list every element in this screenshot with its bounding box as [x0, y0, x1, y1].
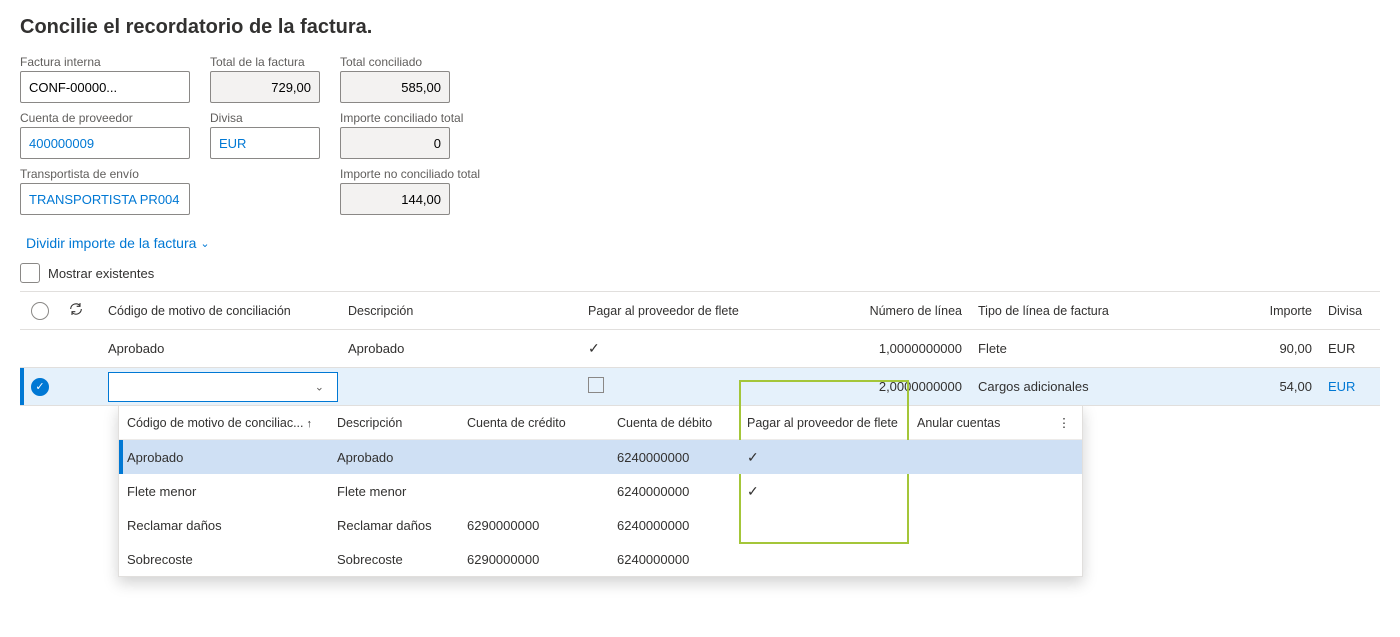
label-cuenta-proveedor: Cuenta de proveedor — [20, 111, 190, 125]
cell-tipo-linea: Flete — [970, 341, 1210, 356]
input-divisa[interactable] — [210, 127, 320, 159]
dd-cell: 6240000000 — [609, 512, 739, 539]
grid-row[interactable]: Aprobado Aprobado ✓ 1,0000000000 Flete 9… — [20, 330, 1380, 368]
dd-col-pagar-flete[interactable]: Pagar al proveedor de flete — [739, 410, 909, 436]
dd-cell: Reclamar daños — [329, 512, 459, 539]
dd-col-codigo[interactable]: Código de motivo de conciliac... — [119, 410, 329, 436]
lines-grid: Código de motivo de conciliación Descrip… — [20, 291, 1380, 406]
dd-cell: 6240000000 — [609, 478, 739, 505]
col-tipo-linea[interactable]: Tipo de línea de factura — [970, 304, 1210, 318]
checkmark-icon: ✓ — [588, 340, 600, 356]
dd-cell: 6290000000 — [459, 512, 609, 539]
grid-row[interactable]: ⌄ 2,0000000000 Cargos adicionales 54,00 … — [20, 368, 1380, 406]
input-importe-no-conc-total — [340, 183, 450, 215]
input-transportista[interactable] — [20, 183, 190, 215]
dd-cell — [909, 451, 1049, 463]
cell-numero-linea: 1,0000000000 — [800, 341, 970, 356]
kebab-icon[interactable]: ⋮ — [1049, 409, 1079, 436]
dd-cell: 6240000000 — [609, 444, 739, 471]
dd-col-debito[interactable]: Cuenta de débito — [609, 410, 739, 436]
input-cuenta-proveedor[interactable] — [20, 127, 190, 159]
dd-cell — [909, 553, 1049, 565]
select-all-circle[interactable] — [31, 302, 49, 320]
cell-codigo: Aprobado — [100, 341, 340, 356]
input-factura-interna[interactable] — [20, 71, 190, 103]
label-total-conciliado: Total conciliado — [340, 55, 450, 69]
codigo-lookup-input[interactable] — [108, 372, 338, 402]
dd-cell: Sobrecoste — [119, 546, 329, 573]
cell-divisa: EUR — [1320, 341, 1380, 356]
grid-header-row: Código de motivo de conciliación Descrip… — [20, 292, 1380, 330]
cell-tipo-linea: Cargos adicionales — [970, 379, 1210, 394]
dd-cell: Sobrecoste — [329, 546, 459, 573]
dropdown-row[interactable]: Reclamar daños Reclamar daños 6290000000… — [119, 508, 1082, 542]
codigo-lookup-dropdown: Código de motivo de conciliac... Descrip… — [118, 405, 1083, 577]
dropdown-row[interactable]: Aprobado Aprobado 6240000000 ✓ — [119, 440, 1082, 474]
col-pagar-flete[interactable]: Pagar al proveedor de flete — [580, 304, 800, 318]
label-importe-no-conc-total: Importe no conciliado total — [340, 167, 480, 181]
label-importe-conc-total: Importe conciliado total — [340, 111, 463, 125]
cell-importe: 90,00 — [1210, 341, 1320, 356]
col-importe[interactable]: Importe — [1210, 304, 1320, 318]
dropdown-row[interactable]: Flete menor Flete menor 6240000000 ✓ — [119, 474, 1082, 508]
col-codigo[interactable]: Código de motivo de conciliación — [100, 304, 340, 318]
input-total-factura — [210, 71, 320, 103]
label-factura-interna: Factura interna — [20, 55, 190, 69]
label-divisa: Divisa — [210, 111, 320, 125]
dropdown-row[interactable]: Sobrecoste Sobrecoste 6290000000 6240000… — [119, 542, 1082, 576]
cell-descripcion: Aprobado — [340, 341, 580, 356]
cell-divisa[interactable]: EUR — [1320, 379, 1380, 394]
dropdown-header: Código de motivo de conciliac... Descrip… — [119, 406, 1082, 440]
dividir-importe-label: Dividir importe de la factura — [26, 235, 196, 251]
dd-cell — [459, 451, 609, 463]
dd-cell — [459, 485, 609, 497]
col-divisa[interactable]: Divisa — [1320, 304, 1380, 318]
dd-cell: Aprobado — [329, 444, 459, 471]
dd-cell: 6290000000 — [459, 546, 609, 573]
mostrar-existentes-checkbox[interactable] — [20, 263, 40, 283]
col-numero-linea[interactable]: Número de línea — [800, 304, 970, 318]
input-importe-conc-total — [340, 127, 450, 159]
cell-importe: 54,00 — [1210, 379, 1320, 394]
dd-col-anular[interactable]: Anular cuentas — [909, 410, 1049, 436]
dd-cell: Flete menor — [119, 478, 329, 505]
header-form: Factura interna Total de la factura Tota… — [20, 55, 1380, 215]
refresh-icon[interactable] — [68, 301, 84, 317]
cell-numero-linea: 2,0000000000 — [800, 379, 970, 394]
dd-cell: Reclamar daños — [119, 512, 329, 539]
row-select-circle[interactable] — [31, 378, 49, 396]
dd-cell: Aprobado — [119, 444, 329, 471]
dd-cell: Flete menor — [329, 478, 459, 505]
dd-col-descripcion[interactable]: Descripción — [329, 410, 459, 436]
checkmark-icon: ✓ — [747, 483, 759, 499]
mostrar-existentes-label: Mostrar existentes — [48, 266, 154, 281]
input-total-conciliado — [340, 71, 450, 103]
dd-cell — [909, 485, 1049, 497]
label-transportista: Transportista de envío — [20, 167, 190, 181]
chevron-down-icon: ⌄ — [200, 237, 209, 250]
col-descripcion[interactable]: Descripción — [340, 304, 580, 318]
dd-cell: 6240000000 — [609, 546, 739, 573]
dividir-importe-action[interactable]: Dividir importe de la factura ⌄ — [26, 235, 210, 251]
dd-cell — [909, 519, 1049, 531]
page-title: Concilie el recordatorio de la factura. — [20, 16, 1380, 39]
checkbox-empty[interactable] — [588, 377, 604, 393]
dd-col-credito[interactable]: Cuenta de crédito — [459, 410, 609, 436]
checkmark-icon: ✓ — [747, 449, 759, 465]
label-total-factura: Total de la factura — [210, 55, 320, 69]
